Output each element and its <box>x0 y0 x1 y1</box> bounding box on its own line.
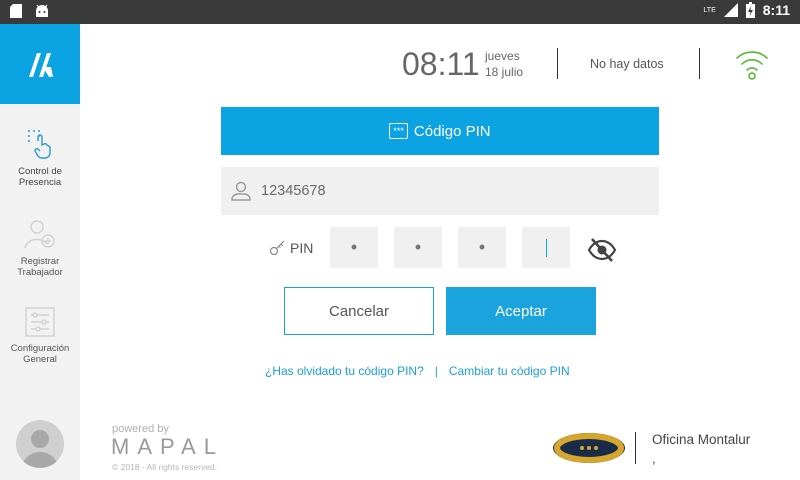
status-time: 8:11 <box>762 2 790 18</box>
sidebar-label: Registrar <box>20 256 60 267</box>
pin-digit-input[interactable]: • <box>458 227 506 268</box>
sidebar-label: Presencia <box>18 177 62 188</box>
avatar[interactable] <box>16 420 64 468</box>
battery-charging-icon <box>745 2 755 18</box>
pin-digit-input-active[interactable] <box>522 227 570 268</box>
pin-digit-input[interactable]: • <box>330 227 378 268</box>
header-divider <box>699 48 700 79</box>
change-pin-link[interactable]: Cambiar tu código PIN <box>449 364 570 378</box>
status-bar: LTE 8:11 <box>0 0 800 24</box>
clock-date: jueves 18 julio <box>485 48 523 80</box>
touch-icon <box>28 130 51 159</box>
pin-label: PIN <box>290 240 314 256</box>
copyright-text: © 2018 - All rights reserved. <box>112 462 218 472</box>
mapal-brand: MAPAL <box>111 434 224 459</box>
office-name: Oficina Montalur <box>652 432 751 447</box>
settings-list-icon <box>25 307 55 337</box>
signal-icon <box>723 3 738 17</box>
sidebar: Control de Presencia Registrar Trabajado… <box>0 24 80 480</box>
sidebar-item-control-presencia[interactable]: Control de Presencia <box>0 128 80 188</box>
date: 18 julio <box>485 65 524 79</box>
pin-digit: • <box>414 237 422 257</box>
hide-pin-icon[interactable] <box>587 237 617 263</box>
network-type: LTE <box>703 6 716 14</box>
pin-card-title: Código PIN <box>413 122 491 140</box>
user-icon <box>231 181 251 201</box>
android-icon <box>36 4 48 17</box>
link-separator: | <box>434 364 438 378</box>
wifi-icon <box>736 51 768 80</box>
pin-card-header: *** Código PIN <box>221 107 659 155</box>
clock-time: 08:11 <box>402 46 480 82</box>
mapal-logo-icon <box>29 53 53 77</box>
brewery-logo <box>553 433 625 463</box>
sidebar-label: General <box>23 354 57 365</box>
forgot-pin-link[interactable]: ¿Has olvidado tu código PIN? <box>265 364 424 378</box>
footer-divider <box>635 432 636 464</box>
weekday: jueves <box>485 49 520 63</box>
sidebar-label: Configuración <box>10 343 70 354</box>
pin-digit: • <box>478 237 486 257</box>
user-id-value: 12345678 <box>261 183 326 199</box>
pin-digit: • <box>350 237 358 257</box>
header-divider <box>557 48 558 79</box>
sidebar-label: Trabajador <box>17 267 63 278</box>
pin-label-group: PIN <box>269 240 313 256</box>
sync-status: No hay datos <box>590 57 664 71</box>
add-user-icon <box>24 220 55 249</box>
sidebar-item-configuracion-general[interactable]: Configuración General <box>0 307 80 365</box>
key-icon <box>269 240 285 256</box>
cancel-button[interactable]: Cancelar <box>284 287 434 335</box>
sd-card-icon <box>10 4 22 18</box>
sidebar-item-registrar-trabajador[interactable]: Registrar Trabajador <box>0 218 80 278</box>
pin-links: ¿Has olvidado tu código PIN? | Cambiar t… <box>265 364 570 378</box>
app-logo[interactable] <box>0 24 80 104</box>
user-id-field[interactable]: 12345678 <box>221 167 659 215</box>
pin-keypad-icon: *** <box>389 123 408 139</box>
accept-button[interactable]: Aceptar <box>446 287 596 335</box>
text-cursor <box>546 238 547 257</box>
pin-digit-input[interactable]: • <box>394 227 442 268</box>
user-avatar-icon <box>22 430 58 468</box>
office-subtitle: , <box>652 451 656 466</box>
sidebar-label: Control de <box>18 166 62 177</box>
